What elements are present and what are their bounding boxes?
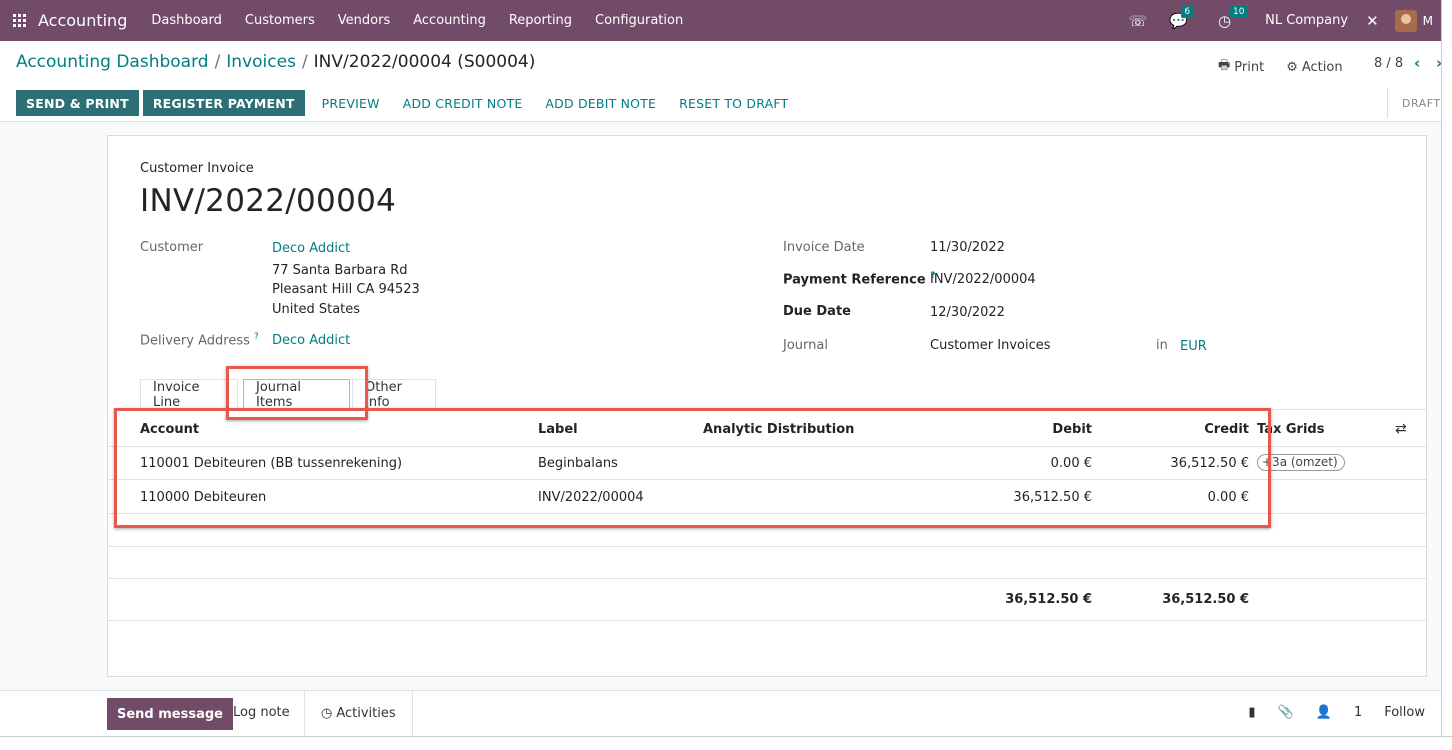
breadcrumb-separator: / bbox=[301, 52, 308, 72]
breadcrumb-accounting-dashboard[interactable]: Accounting Dashboard bbox=[16, 52, 209, 72]
table-footer-totals: 36,512.50 € 36,512.50 € bbox=[108, 579, 1426, 621]
invoice-date-label: Invoice Date bbox=[783, 240, 865, 255]
total-credit: 36,512.50 € bbox=[1162, 592, 1249, 607]
followers-button[interactable]: 👤 1 bbox=[1316, 705, 1362, 720]
menu-reporting[interactable]: Reporting bbox=[509, 13, 572, 28]
activities-button[interactable]: ◷ Activities bbox=[304, 691, 413, 736]
reset-to-draft-button[interactable]: RESET TO DRAFT bbox=[669, 90, 798, 116]
menu-dashboard[interactable]: Dashboard bbox=[151, 13, 222, 28]
breadcrumb: Accounting Dashboard / Invoices / INV/20… bbox=[16, 52, 535, 72]
window-edge bbox=[1441, 0, 1452, 750]
pager-value[interactable]: 8 / 8 bbox=[1374, 56, 1403, 71]
chatter-actions: ▮ 📎 👤 1 Follow bbox=[1226, 705, 1425, 720]
send-print-button[interactable]: SEND & PRINT bbox=[16, 90, 139, 116]
delivery-address-label: Delivery Address ? bbox=[140, 332, 259, 349]
chatter-bar: Send message Log note ◷ Activities ▮ 📎 👤… bbox=[0, 690, 1441, 736]
control-panel-actions: 🖶 Print ⚙ Action bbox=[1218, 56, 1365, 78]
book-icon[interactable]: ▮ bbox=[1248, 705, 1255, 720]
print-label: Print bbox=[1234, 59, 1265, 75]
payment-reference-field[interactable]: INV/2022/00004 bbox=[930, 272, 1036, 287]
clock-icon[interactable]: ◷ 10 bbox=[1218, 5, 1248, 30]
messages-badge: 6 bbox=[1181, 5, 1194, 18]
paperclip-icon[interactable]: 📎 bbox=[1278, 705, 1294, 720]
follow-button[interactable]: Follow bbox=[1384, 705, 1425, 720]
add-debit-note-button[interactable]: ADD DEBIT NOTE bbox=[535, 90, 666, 116]
due-date-field[interactable]: 12/30/2022 bbox=[930, 305, 1005, 320]
company-switcher[interactable]: NL Company bbox=[1265, 13, 1348, 28]
followers-count: 1 bbox=[1353, 705, 1363, 720]
journal-label: Journal bbox=[783, 338, 828, 353]
activities-badge: 10 bbox=[1230, 5, 1248, 18]
menu-vendors[interactable]: Vendors bbox=[338, 13, 390, 28]
preview-button[interactable]: PREVIEW bbox=[312, 90, 390, 116]
menu-accounting[interactable]: Accounting bbox=[413, 13, 486, 28]
address-line-2: Pleasant Hill CA 94523 bbox=[272, 282, 420, 297]
empty-row bbox=[108, 546, 1426, 579]
log-note-button[interactable]: Log note bbox=[233, 705, 290, 720]
print-button[interactable]: 🖶 Print bbox=[1218, 56, 1264, 78]
phone-icon[interactable]: ☏ bbox=[1129, 12, 1148, 30]
invoice-name: INV/2022/00004 bbox=[140, 183, 397, 219]
help-icon[interactable]: ? bbox=[254, 332, 259, 342]
apps-grid-icon[interactable] bbox=[0, 0, 38, 41]
action-label: Action bbox=[1301, 59, 1343, 75]
currency-in-label: in bbox=[1156, 338, 1168, 353]
print-icon: 🖶 bbox=[1218, 58, 1231, 73]
tab-invoice-lines[interactable]: Invoice Line bbox=[140, 379, 238, 410]
clock-icon: ◷ bbox=[321, 706, 333, 721]
status-bar-draft[interactable]: DRAFT bbox=[1387, 88, 1441, 118]
journal-field[interactable]: Customer Invoices bbox=[930, 338, 1051, 353]
address-line-3: United States bbox=[272, 302, 361, 317]
chat-icon[interactable]: 💬 6 bbox=[1169, 5, 1194, 30]
document-type: Customer Invoice bbox=[140, 161, 254, 176]
navbar-systray: ☏ 💬 6 ◷ 10 NL Company ✕ M bbox=[1111, 0, 1433, 41]
avatar[interactable] bbox=[1394, 9, 1417, 32]
add-credit-note-button[interactable]: ADD CREDIT NOTE bbox=[393, 90, 533, 116]
register-payment-button[interactable]: REGISTER PAYMENT bbox=[142, 90, 305, 116]
app-name[interactable]: Accounting bbox=[38, 11, 127, 30]
customer-label: Customer bbox=[140, 240, 204, 255]
currency-field[interactable]: EUR bbox=[1180, 339, 1207, 354]
highlight-journal-items-table bbox=[114, 408, 1271, 528]
breadcrumb-current: INV/2022/00004 (S00004) bbox=[313, 52, 536, 72]
user-name[interactable]: M bbox=[1423, 14, 1433, 28]
total-debit: 36,512.50 € bbox=[1005, 592, 1092, 607]
tools-icon[interactable]: ✕ bbox=[1366, 12, 1379, 30]
activities-label: Activities bbox=[336, 706, 396, 721]
customer-field[interactable]: Deco Addict bbox=[272, 241, 350, 256]
chevron-left-icon[interactable]: ‹ bbox=[1414, 54, 1420, 72]
menu-customers[interactable]: Customers bbox=[245, 13, 315, 28]
top-navbar: Accounting Dashboard Customers Vendors A… bbox=[0, 0, 1441, 41]
window-edge bbox=[0, 736, 1452, 750]
header-buttons: SEND & PRINT REGISTER PAYMENT PREVIEW AD… bbox=[16, 90, 798, 116]
breadcrumb-separator: / bbox=[214, 52, 221, 72]
menu-configuration[interactable]: Configuration bbox=[595, 13, 683, 28]
address-line-1: 77 Santa Barbara Rd bbox=[272, 263, 408, 278]
breadcrumb-invoices[interactable]: Invoices bbox=[226, 52, 296, 72]
due-date-label: Due Date bbox=[783, 304, 851, 319]
gear-icon: ⚙ bbox=[1286, 59, 1298, 75]
delivery-address-field[interactable]: Deco Addict bbox=[272, 333, 350, 348]
payment-reference-label: Payment Reference ? bbox=[783, 271, 936, 288]
column-settings-icon[interactable]: ⇄ bbox=[1395, 421, 1407, 437]
send-message-button[interactable]: Send message bbox=[107, 698, 233, 730]
action-button[interactable]: ⚙ Action bbox=[1286, 60, 1342, 75]
invoice-date-field[interactable]: 11/30/2022 bbox=[930, 240, 1005, 255]
